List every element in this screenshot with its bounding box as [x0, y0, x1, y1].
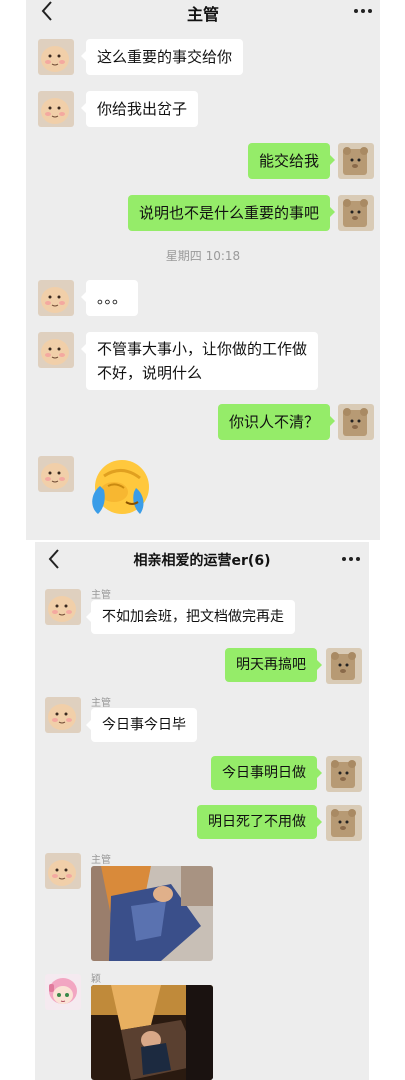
chat-title: 主管	[186, 5, 219, 24]
avatar-boss[interactable]	[38, 456, 74, 492]
timestamp: 星期四 10:18	[165, 249, 241, 263]
message-bubble[interactable]: 你给我出岔子	[80, 91, 199, 127]
image-message[interactable]	[91, 985, 213, 1080]
avatar-boss[interactable]	[38, 280, 74, 316]
avatar-boss[interactable]	[38, 39, 74, 75]
avatar-self[interactable]	[326, 756, 362, 792]
more-button[interactable]	[340, 549, 362, 569]
boss-avatar-icon	[38, 91, 74, 127]
sender-name: 主管	[91, 698, 111, 709]
boss-avatar-icon	[45, 697, 81, 733]
avatar-boss[interactable]	[38, 332, 74, 368]
bear-avatar-icon	[326, 805, 362, 841]
sender-name: 主管	[91, 590, 111, 601]
avatar-self[interactable]	[338, 195, 374, 231]
chat-header: 相亲相爱的运营er(6)	[35, 542, 369, 586]
chat-screen-boss: 主管 这么重要的事交给你 你给我出岔子 能交给我 说明也不是什么重要的事吧 星期…	[26, 0, 380, 540]
message-bubble-self[interactable]: 说明也不是什么重要的事吧	[127, 195, 336, 231]
bear-avatar-icon	[338, 404, 374, 440]
message-bubble[interactable]: 今日事今日毕	[86, 708, 197, 742]
boss-avatar-icon	[38, 456, 74, 492]
more-button[interactable]	[352, 1, 374, 21]
blurred-photo-icon	[91, 866, 213, 961]
blurred-photo-icon	[91, 985, 213, 1080]
message-bubble-self[interactable]: 明日死了不用做	[197, 805, 322, 839]
message-bubble-self[interactable]: 你识人不清？	[217, 404, 336, 440]
chat-screen-group: 相亲相爱的运营er(6) 主管 不如加会班，把文档做完再走 明天再搞吧 主管 今…	[35, 542, 369, 1080]
message-bubble[interactable]: 这么重要的事交给你	[80, 39, 244, 75]
boss-avatar-icon	[38, 332, 74, 368]
boss-avatar-icon	[38, 280, 74, 316]
sender-name: 颖	[91, 974, 101, 985]
avatar-self[interactable]	[338, 404, 374, 440]
boss-avatar-icon	[38, 39, 74, 75]
boss-avatar-icon	[45, 589, 81, 625]
more-dots-icon	[342, 557, 360, 561]
chevron-left-icon	[48, 549, 59, 569]
back-button[interactable]	[45, 548, 65, 572]
sender-name: 主管	[91, 855, 111, 866]
bear-avatar-icon	[326, 648, 362, 684]
chat-header: 主管	[26, 0, 380, 44]
message-bubble-self[interactable]: 明天再搞吧	[225, 648, 322, 682]
message-bubble-self[interactable]: 能交给我	[247, 143, 336, 179]
bear-avatar-icon	[326, 756, 362, 792]
avatar-boss[interactable]	[45, 697, 81, 733]
message-bubble[interactable]: 不管事大事小，让你做的工作做不好，说明什么	[81, 332, 318, 390]
back-button[interactable]	[38, 0, 58, 24]
avatar-boss[interactable]	[38, 91, 74, 127]
image-message[interactable]	[91, 866, 213, 961]
anime-girl-avatar-icon	[45, 974, 81, 1010]
chat-title: 相亲相爱的运营er(6)	[133, 553, 271, 569]
face-palm-crying-emoji	[92, 460, 149, 514]
more-dots-icon	[354, 9, 372, 13]
boss-avatar-icon	[45, 853, 81, 889]
bear-avatar-icon	[338, 143, 374, 179]
avatar-member[interactable]	[45, 974, 81, 1010]
emoji-message[interactable]	[86, 456, 152, 518]
avatar-self[interactable]	[326, 805, 362, 841]
message-bubble[interactable]: 不如加会班，把文档做完再走	[86, 600, 295, 634]
bear-avatar-icon	[338, 195, 374, 231]
message-bubble[interactable]: 。。。	[80, 280, 139, 316]
chevron-left-icon	[41, 1, 52, 21]
avatar-boss[interactable]	[45, 853, 81, 889]
avatar-boss[interactable]	[45, 589, 81, 625]
message-bubble-self[interactable]: 今日事明日做	[211, 756, 322, 790]
avatar-self[interactable]	[326, 648, 362, 684]
avatar-self[interactable]	[338, 143, 374, 179]
